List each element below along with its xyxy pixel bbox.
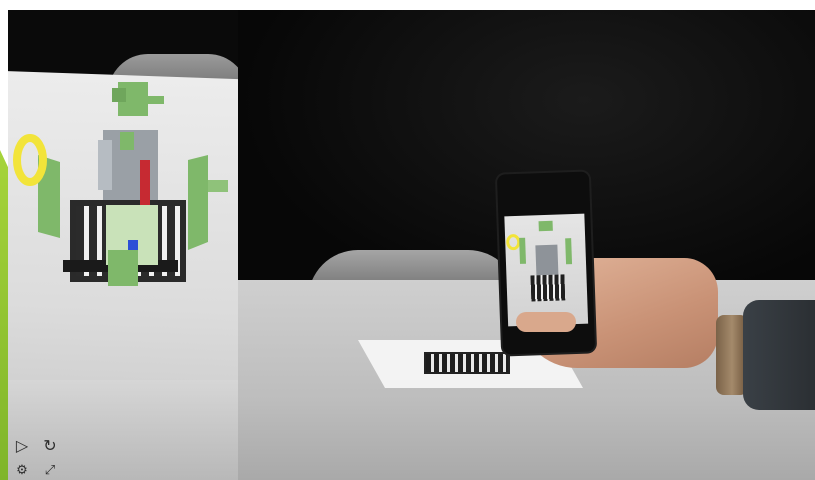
table-qr-marker [424,352,510,374]
settings-icon[interactable]: ⚙ [13,460,31,478]
phone-demo-photo [238,10,815,480]
phone-model-left [519,237,527,264]
ar-view-panel: ▷ ↻ ⚙ ⤢ [8,10,238,480]
viewer-controls: ▷ ↻ ⚙ ⤢ [13,438,73,480]
model-core-side [98,140,112,190]
model-right-panel [188,155,208,250]
thumb [516,312,576,332]
model-right-bracket [208,180,228,192]
play-icon[interactable]: ▷ [13,438,31,456]
reset-icon[interactable]: ↻ [41,438,59,456]
model-bottom-part [108,250,138,286]
ar-3d-model[interactable] [8,10,238,330]
phone-model-right [565,238,573,265]
sleeve [743,300,815,410]
phone-screen [504,213,589,327]
model-top-arm [146,96,164,104]
phone-model-core [535,244,559,276]
model-top-cap [112,88,126,102]
model-yellow-ring [13,134,47,186]
model-core-top [120,132,134,150]
model-red-rod [140,160,150,212]
phone-qr [530,274,566,302]
phone-model-top [538,220,553,232]
fullscreen-icon[interactable]: ⤢ [41,460,59,478]
